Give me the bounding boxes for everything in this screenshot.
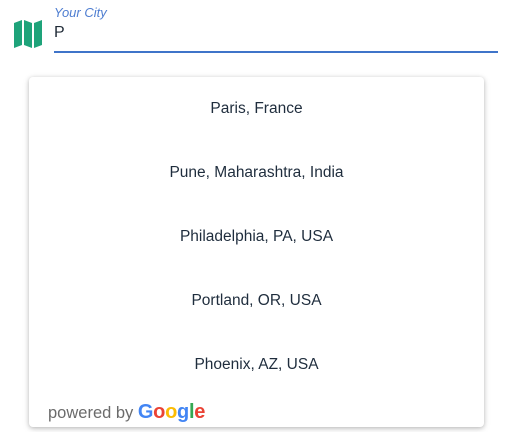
google-logo-letter: o [165, 401, 178, 423]
google-logo-letter: G [137, 401, 154, 423]
google-logo-letter: o [153, 401, 166, 423]
city-search-widget: Your City Paris, France Pune, Maharashtr… [0, 0, 509, 432]
city-field-underline [54, 51, 498, 53]
suggestions-dropdown: Paris, France Pune, Maharashtra, India P… [29, 77, 484, 427]
suggestion-item[interactable]: Pune, Maharashtra, India [29, 141, 484, 205]
city-input[interactable] [54, 20, 494, 46]
suggestion-item[interactable]: Phoenix, AZ, USA [29, 333, 484, 397]
google-logo: Google [138, 400, 205, 424]
city-field-label: Your City [54, 5, 107, 20]
google-logo-letter: g [177, 401, 189, 423]
map-icon [13, 19, 43, 49]
google-logo-letter: e [194, 401, 206, 423]
suggestion-item[interactable]: Paris, France [29, 77, 484, 141]
powered-by-text: powered by [48, 404, 134, 422]
suggestion-item[interactable]: Portland, OR, USA [29, 269, 484, 333]
powered-by-google: powered by Google [48, 400, 205, 424]
city-field: Your City [54, 0, 498, 54]
suggestion-item[interactable]: Philadelphia, PA, USA [29, 205, 484, 269]
